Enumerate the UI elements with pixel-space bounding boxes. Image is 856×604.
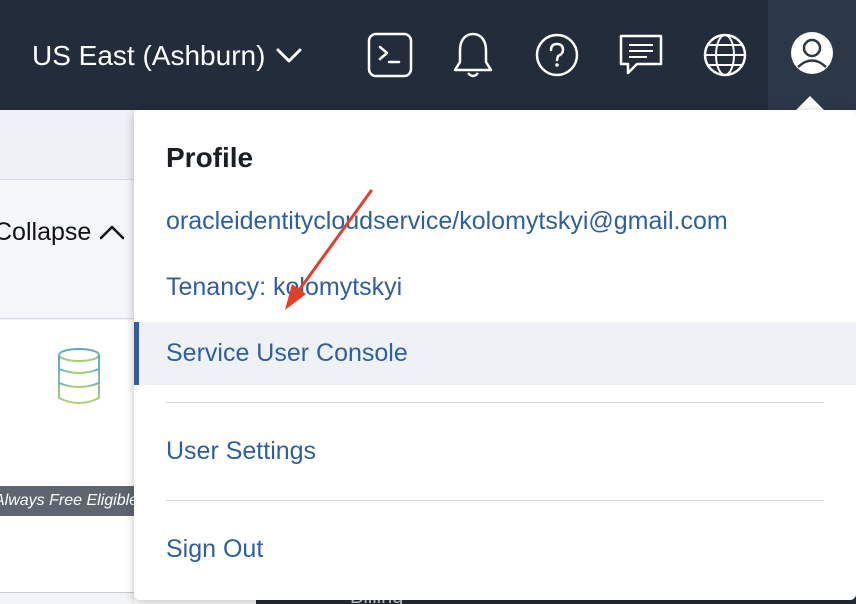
tenancy-link[interactable]: Tenancy: kolomytskyi: [166, 273, 402, 302]
service-user-console-item[interactable]: Service User Console: [134, 322, 856, 385]
profile-email-link[interactable]: oracleidentitycloudservice/kolomytskyi@g…: [166, 207, 728, 236]
database-icon: [56, 346, 102, 413]
dropdown-caret: [796, 96, 824, 110]
region-selector[interactable]: US East (Ashburn): [32, 36, 303, 76]
top-navigation-bar: US East (Ashburn): [0, 0, 856, 110]
profile-icon: [789, 30, 835, 81]
background-header-row: [0, 110, 134, 180]
divider: [0, 592, 134, 593]
profile-menu-trigger[interactable]: [768, 0, 856, 110]
collapse-button[interactable]: Collapse: [0, 218, 125, 247]
chevron-up-icon: [99, 218, 125, 247]
collapse-row: [0, 181, 134, 319]
notifications-icon[interactable]: [448, 30, 498, 80]
always-free-badge: Always Free Eligible: [0, 486, 134, 516]
cloud-shell-icon[interactable]: [365, 30, 415, 80]
menu-divider: [166, 402, 824, 403]
profile-dropdown-menu: Profile oracleidentitycloudservice/kolom…: [134, 110, 856, 600]
chat-icon[interactable]: [616, 30, 666, 80]
service-user-console-label: Service User Console: [166, 339, 408, 367]
menu-divider: [166, 500, 824, 501]
user-settings-item[interactable]: User Settings: [166, 437, 316, 466]
profile-title: Profile: [166, 142, 254, 173]
collapse-label: Collapse: [0, 218, 92, 246]
help-icon[interactable]: [532, 30, 582, 80]
language-icon[interactable]: [700, 30, 750, 80]
chevron-down-icon: [275, 40, 303, 72]
region-label: US East (Ashburn): [32, 40, 266, 71]
sign-out-item[interactable]: Sign Out: [166, 535, 263, 564]
